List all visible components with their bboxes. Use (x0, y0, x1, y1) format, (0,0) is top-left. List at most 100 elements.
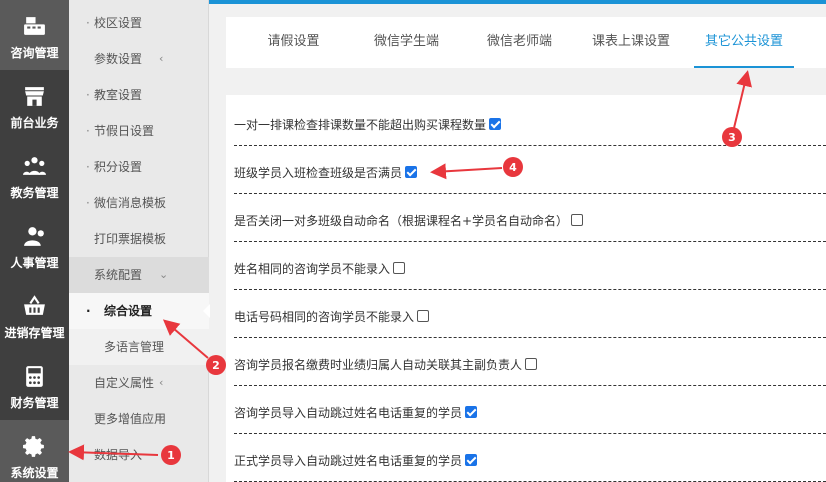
people-group-icon (23, 157, 46, 175)
rail-item-consult[interactable]: 咨询管理 (0, 0, 69, 70)
tab-label: 请假设置 (267, 34, 320, 49)
gear-icon (23, 436, 44, 457)
tab-wechat-teacher[interactable]: 微信老师端 (472, 17, 567, 68)
storefront-icon (25, 87, 44, 106)
setting-row: 电话号码相同的咨询学员不能录入 (234, 290, 826, 338)
submenu-item-value-added[interactable]: 更多增值应用 ‹ (69, 401, 209, 437)
bullet-icon: · (86, 160, 90, 174)
submenu-item-label: 打印票据模板 (94, 232, 167, 246)
bullet-icon: · (86, 304, 91, 318)
submenu-item-system-config[interactable]: 系统配置 ⌄ (69, 257, 209, 293)
rail-item-inventory[interactable]: 进销存管理 (0, 280, 69, 350)
main-nav-rail: 咨询管理 前台业务 教务管理 人事管理 进销存管理 财务管理 系统设置 (0, 0, 69, 482)
tab-other-public-settings[interactable]: 其它公共设置 (694, 17, 794, 68)
setting-label: 电话号码相同的咨询学员不能录入 (234, 310, 415, 324)
submenu-item-label: 节假日设置 (94, 124, 155, 138)
tab-schedule-settings[interactable]: 课表上课设置 (581, 17, 681, 68)
setting-row: 姓名相同的咨询学员不能录入 (234, 242, 826, 290)
setting-checkbox[interactable] (525, 358, 538, 370)
register-icon (24, 17, 45, 35)
setting-row: 是否关闭一对多班级自动命名（根据课程名+学员名自动命名） (234, 194, 826, 242)
chevron-left-icon: ‹ (159, 412, 164, 425)
rail-item-label: 人事管理 (10, 256, 59, 270)
submenu-item-data-import[interactable]: 数据导入 (69, 437, 209, 473)
setting-label-wrap: 是否关闭一对多班级自动命名（根据课程名+学员名自动命名） (234, 212, 584, 229)
setting-row: 咨询学员报名缴费时业绩归属人自动关联其主副负责人 (234, 338, 826, 386)
submenu-item-languages[interactable]: 多语言管理 (69, 329, 209, 365)
tab-label: 其它公共设置 (704, 34, 783, 49)
submenu-item-label: 参数设置 (94, 52, 143, 66)
chevron-left-icon: ‹ (159, 232, 164, 245)
setting-label: 咨询学员报名缴费时业绩归属人自动关联其主副负责人 (234, 358, 523, 372)
setting-row: 班级学员入班检查班级是否满员 (234, 146, 826, 194)
submenu-item-label: 更多增值应用 (94, 412, 167, 426)
setting-label: 是否关闭一对多班级自动命名（根据课程名+学员名自动命名） (234, 214, 569, 228)
rail-item-system[interactable]: 系统设置 (0, 420, 69, 482)
setting-checkbox[interactable] (405, 166, 418, 178)
setting-row: 正式学员导入自动跳过姓名电话重复的学员 (234, 434, 826, 482)
submenu-item-campus[interactable]: · 校区设置 (69, 5, 209, 41)
rail-item-label: 咨询管理 (10, 46, 59, 60)
setting-label-wrap: 班级学员入班检查班级是否满员 (234, 164, 418, 181)
submenu-item-general-settings[interactable]: · 综合设置 (69, 293, 210, 329)
setting-label-wrap: 正式学员导入自动跳过姓名电话重复的学员 (234, 452, 478, 469)
setting-checkbox[interactable] (489, 118, 502, 130)
setting-label-wrap: 咨询学员导入自动跳过姓名电话重复的学员 (234, 404, 478, 421)
submenu-item-points[interactable]: · 积分设置 (69, 149, 209, 185)
setting-label: 班级学员入班检查班级是否满员 (234, 166, 403, 180)
basket-icon (24, 295, 45, 315)
submenu-item-classroom[interactable]: · 教室设置 (69, 77, 209, 113)
submenu-item-label: 微信消息模板 (94, 196, 167, 210)
setting-checkbox[interactable] (465, 454, 478, 466)
bullet-icon: · (86, 88, 90, 102)
submenu-item-print-template[interactable]: 打印票据模板 ‹ (69, 221, 209, 257)
submenu-item-wechat-template[interactable]: · 微信消息模板 (69, 185, 209, 221)
setting-label-wrap: 一对一排课检查排课数量不能超出购买课程数量 (234, 116, 502, 133)
calculator-icon (26, 366, 43, 387)
submenu-item-label: 教室设置 (94, 88, 143, 102)
rail-item-academic[interactable]: 教务管理 (0, 140, 69, 210)
setting-checkbox[interactable] (571, 214, 584, 226)
submenu-item-label: 积分设置 (94, 160, 143, 174)
setting-checkbox[interactable] (465, 406, 478, 418)
rail-item-hr[interactable]: 人事管理 (0, 210, 69, 280)
submenu-item-custom-attributes[interactable]: 自定义属性 ‹ (69, 365, 209, 401)
rail-item-finance[interactable]: 财务管理 (0, 350, 69, 420)
setting-label: 一对一排课检查排课数量不能超出购买课程数量 (234, 118, 487, 132)
rail-item-frontdesk[interactable]: 前台业务 (0, 70, 69, 140)
chevron-left-icon: ‹ (159, 52, 164, 65)
settings-tabs: 请假设置 微信学生端 微信老师端 课表上课设置 其它公共设置 (226, 17, 826, 68)
tab-wechat-student[interactable]: 微信学生端 (359, 17, 454, 68)
tab-label: 微信老师端 (486, 34, 552, 49)
rail-item-label: 前台业务 (10, 116, 59, 130)
rail-item-label: 教务管理 (10, 186, 59, 200)
setting-checkbox[interactable] (417, 310, 430, 322)
submenu-item-label: 综合设置 (104, 304, 153, 318)
setting-label-wrap: 咨询学员报名缴费时业绩归属人自动关联其主副负责人 (234, 356, 538, 373)
submenu-item-holiday[interactable]: · 节假日设置 (69, 113, 209, 149)
submenu-item-params[interactable]: 参数设置 ‹ (69, 41, 209, 77)
svg-text:2: 2 (212, 359, 220, 372)
rail-item-label: 进销存管理 (4, 326, 65, 340)
setting-row: 一对一排课检查排课数量不能超出购买课程数量 (234, 98, 826, 146)
submenu-item-label: 数据导入 (94, 448, 143, 462)
chevron-down-icon: ⌄ (159, 268, 169, 281)
bullet-icon: · (86, 124, 90, 138)
setting-row: 咨询学员导入自动跳过姓名电话重复的学员 (234, 386, 826, 434)
bullet-icon: · (86, 196, 90, 210)
setting-label: 姓名相同的咨询学员不能录入 (234, 262, 391, 276)
tab-leave-settings[interactable]: 请假设置 (246, 17, 341, 68)
bullet-icon: · (86, 16, 90, 30)
setting-label: 正式学员导入自动跳过姓名电话重复的学员 (234, 454, 463, 468)
annotation-badge: 2 (206, 355, 226, 375)
setting-label: 咨询学员导入自动跳过姓名电话重复的学员 (234, 406, 463, 420)
person-icon (24, 227, 44, 246)
setting-label-wrap: 姓名相同的咨询学员不能录入 (234, 260, 406, 277)
tab-label: 课表上课设置 (591, 34, 670, 49)
rail-item-label: 财务管理 (10, 396, 59, 410)
tab-label: 微信学生端 (373, 34, 439, 49)
chevron-left-icon: ‹ (159, 376, 164, 389)
setting-checkbox[interactable] (393, 262, 406, 274)
top-accent-bar (209, 0, 826, 4)
settings-submenu: · 校区设置 参数设置 ‹ · 教室设置 · 节假日设置 · 积分设置 · 微信消息模板 打… (69, 0, 210, 482)
